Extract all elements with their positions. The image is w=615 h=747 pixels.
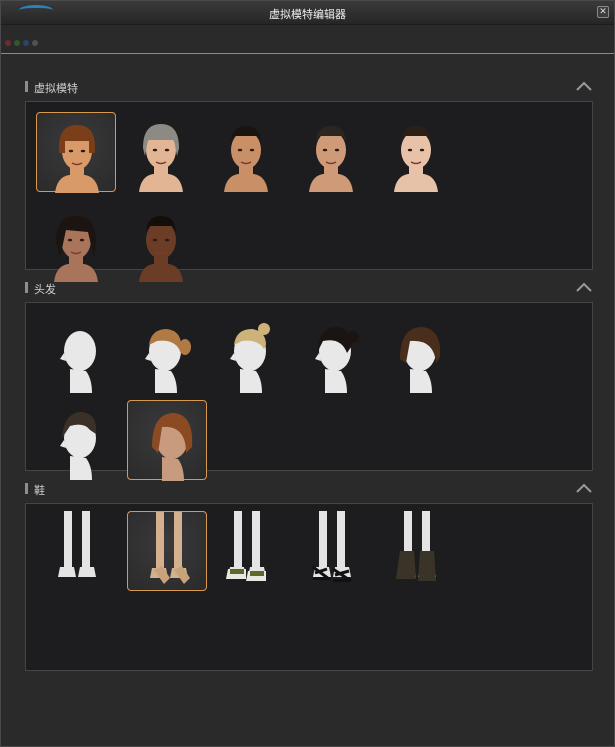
model-male-asian-icon	[224, 126, 268, 192]
section-header-models[interactable]: 虚拟模特	[25, 78, 593, 95]
hair-bald-thumbnail[interactable]	[36, 313, 116, 393]
hair-auburn-bob-thumbnail[interactable]	[127, 400, 207, 481]
hair-brown-bob-icon	[400, 327, 441, 393]
models-panel	[25, 101, 593, 282]
shoes-green-sneakers-icon	[226, 511, 266, 581]
model-female-dark-hair-icon	[54, 216, 98, 282]
model-female-brown-hair-thumbnail[interactable]	[36, 112, 116, 193]
color-dots-icon	[5, 40, 41, 50]
model-female-gray-hair-icon	[139, 124, 183, 192]
shoes-dark-ankle-boots-thumbnail[interactable]	[376, 511, 456, 591]
model-child-icon	[394, 126, 438, 192]
shoes-green-sneakers-thumbnail[interactable]	[206, 511, 286, 591]
hair-auburn-bob-icon	[152, 413, 193, 481]
section-marker	[25, 282, 28, 293]
shoes-barefoot-icon	[58, 511, 96, 577]
section-title: 头发	[34, 283, 56, 296]
hair-brown-ponytail-icon	[145, 329, 191, 393]
shoes-dark-ankle-boots-icon	[396, 511, 436, 581]
chevron-up-icon[interactable]	[575, 480, 593, 494]
close-button[interactable]: ✕	[597, 6, 609, 18]
model-male-caucasian-thumbnail[interactable]	[291, 112, 371, 192]
shoes-black-strappy-heels-thumbnail[interactable]	[291, 511, 371, 591]
shoes-barefoot-thumbnail[interactable]	[36, 511, 116, 591]
model-male-african-thumbnail[interactable]	[121, 202, 201, 282]
hair-blonde-bun-thumbnail[interactable]	[206, 313, 286, 393]
model-female-dark-hair-thumbnail[interactable]	[36, 202, 116, 282]
hair-brown-ponytail-thumbnail[interactable]	[121, 313, 201, 393]
hair-dark-short-thumbnail[interactable]	[36, 400, 116, 480]
model-male-asian-thumbnail[interactable]	[206, 112, 286, 192]
model-female-brown-hair-icon	[55, 125, 99, 193]
section-header-shoes[interactable]: 鞋	[25, 480, 593, 497]
hair-blonde-bun-icon	[230, 323, 270, 393]
shoes-beige-heels-thumbnail[interactable]	[127, 511, 207, 591]
chevron-up-icon[interactable]	[575, 78, 593, 92]
hair-dark-short-icon	[60, 412, 97, 480]
model-male-caucasian-icon	[309, 126, 353, 192]
shoes-black-strappy-heels-icon	[312, 511, 352, 583]
hair-panel	[25, 302, 593, 481]
section-title: 虚拟模特	[34, 82, 78, 95]
title-bar: 虚拟模特编辑器 ✕	[1, 1, 614, 25]
toolbar	[1, 26, 614, 54]
section-marker	[25, 81, 28, 92]
window-title: 虚拟模特编辑器	[269, 8, 346, 21]
section-marker	[25, 483, 28, 494]
hair-black-bun-icon	[315, 327, 359, 393]
model-male-african-icon	[139, 216, 183, 282]
hair-black-bun-thumbnail[interactable]	[291, 313, 371, 393]
hair-bald-icon	[60, 331, 96, 393]
model-child-thumbnail[interactable]	[376, 112, 456, 192]
section-title: 鞋	[34, 484, 45, 497]
section-header-hair[interactable]: 头发	[25, 279, 593, 296]
shoes-panel	[25, 503, 593, 671]
model-female-gray-hair-thumbnail[interactable]	[121, 112, 201, 192]
shoes-beige-heels-icon	[150, 512, 190, 584]
editor-window: 虚拟模特编辑器 ✕ 虚拟模特 头发 鞋	[0, 0, 615, 747]
chevron-up-icon[interactable]	[575, 279, 593, 293]
hair-brown-bob-thumbnail[interactable]	[376, 313, 456, 393]
